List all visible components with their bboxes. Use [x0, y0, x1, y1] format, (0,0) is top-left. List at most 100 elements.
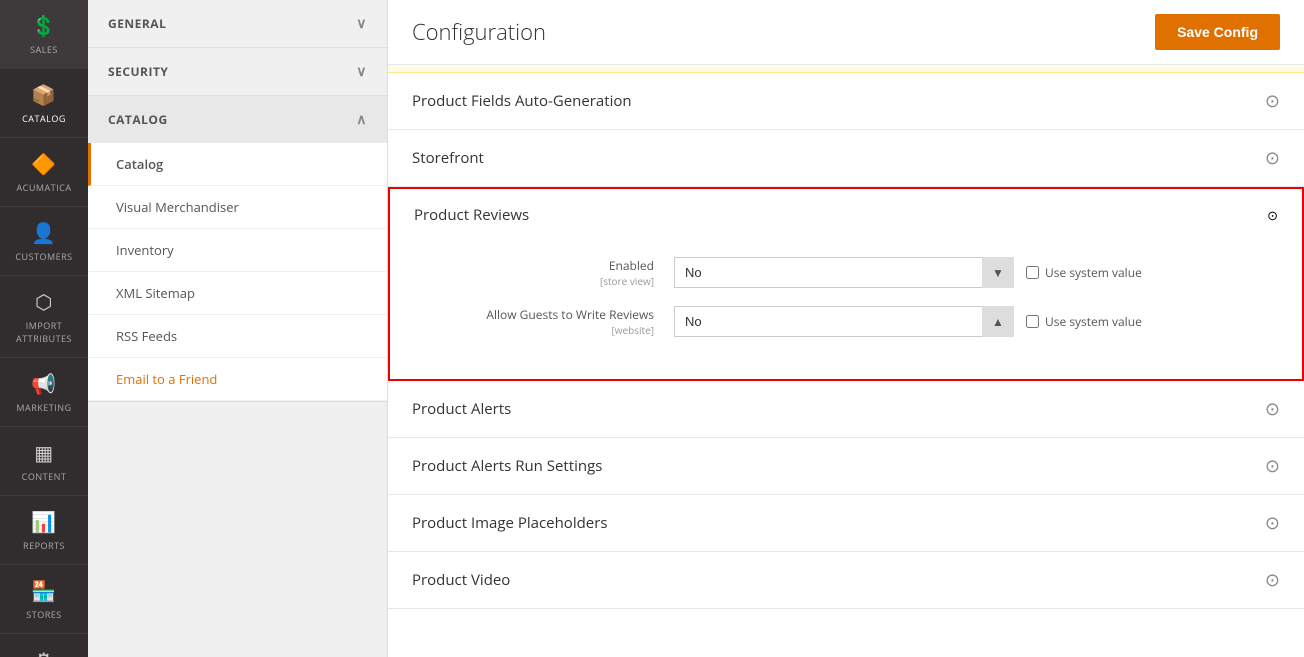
- import-attributes-icon: ⬡: [35, 288, 53, 315]
- main-content: Configuration Save Config Product Fields…: [388, 0, 1304, 657]
- sidebar-general-label: GENERAL: [108, 15, 166, 32]
- acumatica-icon: 🔶: [31, 150, 56, 177]
- section-product-fields-auto-generation[interactable]: Product Fields Auto-Generation ⊙: [388, 73, 1304, 130]
- system-icon: ⚙: [35, 646, 53, 657]
- sidebar-item-system[interactable]: ⚙ SYSTEM: [0, 634, 88, 657]
- sidebar-item-visual-merchandiser[interactable]: Visual Merchandiser: [88, 186, 387, 229]
- marketing-icon: 📢: [31, 370, 56, 397]
- nav-marketing-label: MARKETING: [16, 401, 71, 414]
- section-product-video[interactable]: Product Video ⊙: [388, 552, 1304, 609]
- field-label-enabled: Enabled [store view]: [414, 257, 674, 288]
- catalog-catalog-label: Catalog: [116, 155, 163, 173]
- nav-customers-label: CUSTOMERS: [15, 250, 72, 263]
- nav-acumatica-label: ACUMATICA: [16, 181, 71, 194]
- nav-import-label: IMPORT ATTRIBUTES: [4, 319, 84, 345]
- sidebar-item-sales[interactable]: 💲 SALES: [0, 0, 88, 69]
- field-row-enabled: Enabled [store view] No Yes ▼: [414, 257, 1278, 288]
- section-product-alerts-run[interactable]: Product Alerts Run Settings ⊙: [388, 438, 1304, 495]
- field-label-allow-guests: Allow Guests to Write Reviews [website]: [414, 306, 674, 337]
- sidebar-item-catalog-catalog[interactable]: Catalog: [88, 143, 387, 186]
- content-area: Product Fields Auto-Generation ⊙ Storefr…: [388, 73, 1304, 609]
- section-storefront[interactable]: Storefront ⊙: [388, 130, 1304, 187]
- sidebar-section-catalog-header[interactable]: CATALOG ∧: [88, 96, 387, 143]
- expand-circle-icon-7: ⊙: [1265, 568, 1280, 592]
- system-value-allow-guests: Use system value: [1026, 313, 1142, 330]
- stores-icon: 🏪: [31, 577, 56, 604]
- nav-catalog-label: CATALOG: [22, 112, 66, 125]
- field-scope-enabled: [store view]: [414, 274, 654, 288]
- allow-guests-select[interactable]: No Yes: [674, 306, 1014, 337]
- nav-sales-label: SALES: [30, 43, 58, 56]
- nav-reports-label: REPORTS: [23, 539, 65, 552]
- sidebar-item-email-to-friend[interactable]: Email to a Friend: [88, 358, 387, 401]
- sidebar-section-security-header[interactable]: SECURITY ∨: [88, 48, 387, 95]
- section-product-fields-title: Product Fields Auto-Generation: [412, 91, 632, 111]
- sidebar-item-acumatica[interactable]: 🔶 ACUMATICA: [0, 138, 88, 207]
- system-value-allow-guests-label: Use system value: [1045, 313, 1142, 330]
- sidebar-item-marketing[interactable]: 📢 MARKETING: [0, 358, 88, 427]
- enabled-select[interactable]: No Yes: [674, 257, 1014, 288]
- section-product-video-title: Product Video: [412, 570, 510, 590]
- sidebar-section-general: GENERAL ∨: [88, 0, 387, 48]
- sidebar-item-content[interactable]: ▦ CONTENT: [0, 427, 88, 496]
- field-control-allow-guests: No Yes ▲ Use system value: [674, 306, 1142, 337]
- reports-icon: 📊: [31, 508, 56, 535]
- customers-icon: 👤: [31, 219, 56, 246]
- system-value-enabled: Use system value: [1026, 264, 1142, 281]
- nav-content-label: CONTENT: [22, 470, 67, 483]
- inventory-label: Inventory: [116, 241, 174, 259]
- nav-stores-label: STORES: [26, 608, 61, 621]
- sidebar-item-inventory[interactable]: Inventory: [88, 229, 387, 272]
- expand-circle-icon-6: ⊙: [1265, 511, 1280, 535]
- expand-circle-icon: ⊙: [1265, 89, 1280, 113]
- sidebar-item-customers[interactable]: 👤 CUSTOMERS: [0, 207, 88, 276]
- sidebar-item-reports[interactable]: 📊 REPORTS: [0, 496, 88, 565]
- section-product-alerts-title: Product Alerts: [412, 399, 511, 419]
- sidebar-item-rss-feeds[interactable]: RSS Feeds: [88, 315, 387, 358]
- email-to-friend-label: Email to a Friend: [116, 370, 217, 388]
- catalog-icon: 📦: [31, 81, 56, 108]
- sidebar-catalog-label: CATALOG: [108, 111, 168, 128]
- sidebar-security-label: SECURITY: [108, 63, 168, 80]
- chevron-down-icon-2: ∨: [356, 62, 367, 81]
- sidebar-catalog-items: Catalog Visual Merchandiser Inventory XM…: [88, 143, 387, 401]
- sales-icon: 💲: [31, 12, 56, 39]
- section-product-image-placeholders[interactable]: Product Image Placeholders ⊙: [388, 495, 1304, 552]
- visual-merchandiser-label: Visual Merchandiser: [116, 198, 239, 216]
- product-reviews-body: Enabled [store view] No Yes ▼: [390, 241, 1302, 379]
- product-reviews-title: Product Reviews: [414, 205, 529, 225]
- system-value-allow-guests-checkbox[interactable]: [1026, 315, 1039, 328]
- section-product-alerts[interactable]: Product Alerts ⊙: [388, 381, 1304, 438]
- field-scope-allow-guests: [website]: [414, 323, 654, 337]
- sidebar-item-catalog[interactable]: 📦 CATALOG: [0, 69, 88, 138]
- select-wrapper-enabled: No Yes ▼: [674, 257, 1014, 288]
- product-reviews-header[interactable]: Product Reviews ⊙: [390, 189, 1302, 241]
- save-config-button[interactable]: Save Config: [1155, 14, 1280, 50]
- system-value-enabled-checkbox[interactable]: [1026, 266, 1039, 279]
- section-product-image-placeholders-title: Product Image Placeholders: [412, 513, 608, 533]
- field-row-allow-guests: Allow Guests to Write Reviews [website] …: [414, 306, 1278, 337]
- page-title: Configuration: [412, 17, 546, 47]
- section-product-alerts-run-title: Product Alerts Run Settings: [412, 456, 602, 476]
- system-value-enabled-label: Use system value: [1045, 264, 1142, 281]
- sidebar-item-stores[interactable]: 🏪 STORES: [0, 565, 88, 634]
- field-control-enabled: No Yes ▼ Use system value: [674, 257, 1142, 288]
- sidebar-item-import-attributes[interactable]: ⬡ IMPORT ATTRIBUTES: [0, 276, 88, 358]
- expand-circle-icon-4: ⊙: [1265, 397, 1280, 421]
- sidebar-section-general-header[interactable]: GENERAL ∨: [88, 0, 387, 47]
- sidebar-item-xml-sitemap[interactable]: XML Sitemap: [88, 272, 387, 315]
- yellow-bar: [388, 65, 1304, 73]
- section-product-reviews: Product Reviews ⊙ Enabled [store view] N…: [388, 187, 1304, 381]
- main-header: Configuration Save Config: [388, 0, 1304, 65]
- config-sidebar: GENERAL ∨ SECURITY ∨ CATALOG ∧ Catalog V…: [88, 0, 388, 657]
- expand-circle-icon-2: ⊙: [1265, 146, 1280, 170]
- rss-feeds-label: RSS Feeds: [116, 327, 177, 345]
- chevron-down-icon: ∨: [356, 14, 367, 33]
- left-nav: 💲 SALES 📦 CATALOG 🔶 ACUMATICA 👤 CUSTOMER…: [0, 0, 88, 657]
- expand-circle-icon-3: ⊙: [1267, 206, 1278, 224]
- sidebar-section-security: SECURITY ∨: [88, 48, 387, 96]
- select-wrapper-allow-guests: No Yes ▲: [674, 306, 1014, 337]
- expand-circle-icon-5: ⊙: [1265, 454, 1280, 478]
- section-storefront-title: Storefront: [412, 148, 484, 168]
- content-icon: ▦: [34, 439, 53, 466]
